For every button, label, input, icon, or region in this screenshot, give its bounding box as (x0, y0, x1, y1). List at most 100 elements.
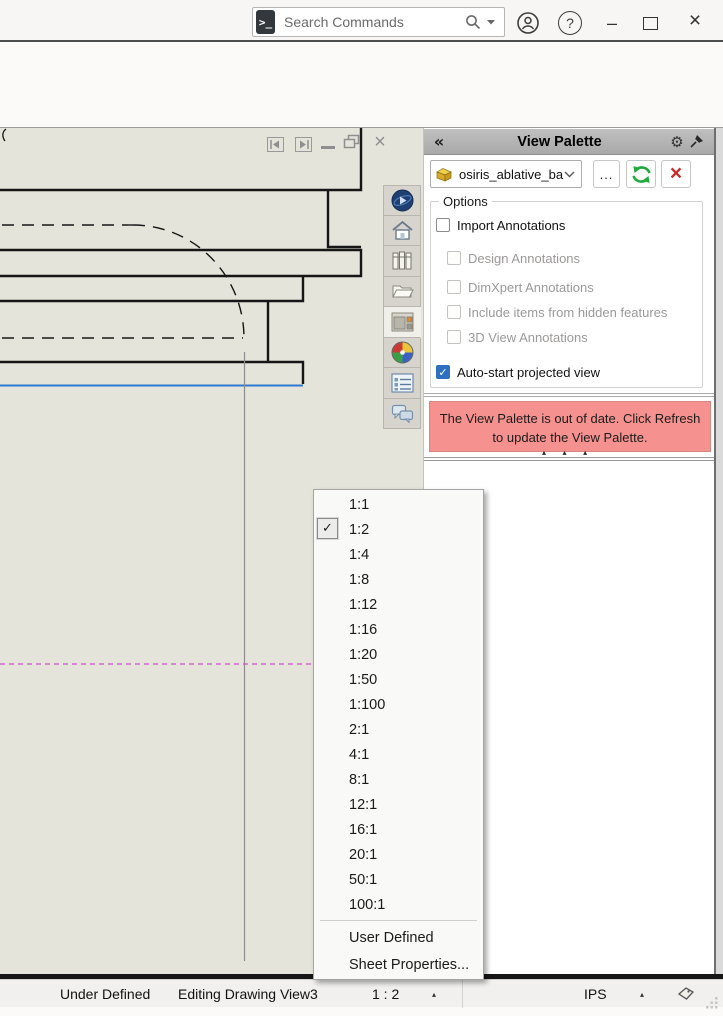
question-icon: ? (566, 15, 574, 31)
person-icon (516, 11, 540, 35)
remove-button[interactable]: × (661, 160, 691, 188)
menu-item-scale[interactable]: 1:4 (314, 542, 483, 567)
menu-item-scale[interactable]: 50:1 (314, 867, 483, 892)
search-input[interactable] (275, 14, 465, 30)
view-palette-header: « View Palette ⚙ (424, 129, 715, 155)
menu-item-scale-checked[interactable]: 1:2 (314, 517, 483, 542)
scale-context-menu: ✓ 1:1 1:2 1:4 1:8 1:12 1:16 1:20 1:50 1:… (313, 489, 484, 980)
refresh-icon (631, 164, 652, 185)
menu-item-user-defined[interactable]: User Defined (314, 924, 483, 951)
menu-item-scale[interactable]: 1:50 (314, 667, 483, 692)
folder-icon (391, 282, 414, 300)
checkbox-import-annotations[interactable]: Import Annotations (436, 217, 565, 233)
menu-separator (320, 920, 477, 921)
tab-design-library[interactable] (383, 246, 421, 277)
document-name: osiris_ablative_ba (454, 167, 564, 182)
menu-item-scale[interactable]: 1:16 (314, 617, 483, 642)
menu-item-scale[interactable]: 16:1 (314, 817, 483, 842)
panel-edge-strip (714, 128, 723, 974)
statusbar-divider (462, 980, 463, 1008)
chat-bubbles-icon (391, 404, 414, 423)
window-minimize-button[interactable] (321, 146, 335, 149)
document-select[interactable]: osiris_ablative_ba (430, 160, 582, 188)
tab-appearances[interactable] (383, 338, 421, 369)
tab-custom-properties[interactable] (383, 368, 421, 399)
definition-status: Under Defined (60, 980, 150, 1008)
file-row: osiris_ablative_ba ... × (430, 160, 709, 188)
checkbox-checked-icon: ✓ (436, 365, 450, 379)
resize-grip[interactable] (706, 988, 719, 1016)
menu-item-scale[interactable]: 20:1 (314, 842, 483, 867)
units-dropdown-caret[interactable]: ▴ (640, 980, 644, 1008)
panel-splitter[interactable]: ▴ ▴ ▴ (424, 454, 715, 464)
checked-scale-icon: ✓ (317, 518, 338, 539)
checkbox-dimxpert-annotations: DimXpert Annotations (447, 279, 594, 295)
close-button[interactable]: × (685, 9, 705, 33)
minimize-button[interactable]: – (602, 11, 622, 35)
panel-title: View Palette (454, 134, 665, 150)
menu-item-scale[interactable]: 1:20 (314, 642, 483, 667)
books-icon (391, 250, 413, 271)
splitter-grip-icon: ▴ ▴ ▴ (542, 448, 594, 457)
editing-status: Editing Drawing View3 (178, 980, 318, 1008)
collapse-panel-button[interactable]: « (424, 132, 454, 151)
menu-item-scale[interactable]: 2:1 (314, 717, 483, 742)
search-dropdown-caret[interactable] (487, 20, 496, 25)
checkbox-icon (447, 251, 461, 265)
title-bar: >_ ? – × (0, 0, 723, 40)
home-icon (391, 220, 414, 241)
scale-dropdown-caret[interactable]: ▴ (432, 980, 436, 1008)
checkbox-3d-view-annotations: 3D View Annotations (447, 329, 588, 345)
tab-forum[interactable] (383, 399, 421, 430)
appearances-ball-icon (391, 341, 414, 364)
pin-icon[interactable] (689, 134, 715, 149)
menu-item-scale[interactable]: 1:100 (314, 692, 483, 717)
menu-item-scale[interactable]: 1:8 (314, 567, 483, 592)
menu-item-scale[interactable]: 4:1 (314, 742, 483, 767)
refresh-button[interactable] (626, 160, 656, 188)
window-restore-button[interactable] (343, 134, 361, 149)
separator-line (424, 393, 715, 394)
checkbox-design-annotations: Design Annotations (447, 250, 580, 266)
checkbox-icon (447, 305, 461, 319)
ribbon-area (0, 42, 723, 128)
checkbox-auto-start-projected-view[interactable]: ✓ Auto-start projected view (436, 364, 600, 380)
menu-item-sheet-properties[interactable]: Sheet Properties... (314, 951, 483, 978)
properties-form-icon (391, 373, 414, 393)
part-icon (435, 166, 454, 183)
tag-icon[interactable] (676, 980, 696, 1008)
checkbox-icon (436, 218, 450, 232)
gear-icon[interactable]: ⚙ (665, 133, 689, 151)
sheet-scale-value[interactable]: 1 : 2 (372, 980, 399, 1008)
status-bar: Under Defined Editing Drawing View3 1 : … (0, 979, 723, 1007)
menu-item-scale[interactable]: 12:1 (314, 792, 483, 817)
previous-sheet-button[interactable] (267, 137, 284, 152)
user-account-button[interactable] (516, 11, 540, 35)
checkbox-icon (447, 330, 461, 344)
tab-view-palette[interactable] (383, 307, 421, 338)
maximize-button[interactable] (643, 17, 658, 30)
checkbox-icon (447, 280, 461, 294)
chevron-down-icon (564, 171, 575, 178)
tab-3dexperience[interactable] (383, 185, 421, 216)
tab-solidworks-resources[interactable] (383, 216, 421, 247)
help-button[interactable]: ? (558, 11, 582, 35)
options-label: Options (439, 194, 492, 209)
menu-item-scale[interactable]: 1:12 (314, 592, 483, 617)
units-value[interactable]: IPS (584, 980, 607, 1008)
out-of-date-warning: The View Palette is out of date. Click R… (429, 401, 711, 452)
next-sheet-button[interactable] (295, 137, 312, 152)
menu-item-scale[interactable]: 1:1 (314, 492, 483, 517)
command-prompt-icon: >_ (256, 10, 275, 34)
separator-line (424, 396, 715, 397)
browse-button[interactable]: ... (593, 160, 620, 188)
menu-item-scale[interactable]: 8:1 (314, 767, 483, 792)
view-palette-icon (391, 311, 414, 332)
options-groupbox: Options Import Annotations Design Annota… (430, 201, 703, 388)
search-icon[interactable] (465, 14, 481, 30)
checkbox-include-hidden-features: Include items from hidden features (447, 304, 667, 320)
window-close-button[interactable]: × (370, 130, 390, 154)
search-box[interactable]: >_ (252, 7, 505, 37)
tab-file-explorer[interactable] (383, 277, 421, 308)
menu-item-scale[interactable]: 100:1 (314, 892, 483, 917)
